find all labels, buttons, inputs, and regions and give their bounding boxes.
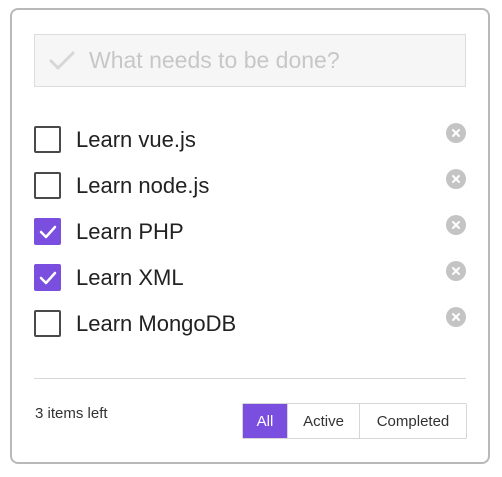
todo-checkbox[interactable] — [34, 264, 61, 291]
todo-item: Learn vue.js — [34, 121, 470, 167]
toggle-all-check-icon[interactable] — [47, 46, 77, 76]
todo-label[interactable]: Learn node.js — [76, 167, 209, 205]
todo-item: Learn node.js — [34, 167, 470, 213]
todo-label[interactable]: Learn MongoDB — [76, 305, 236, 343]
delete-todo-icon[interactable] — [446, 307, 466, 327]
check-icon — [39, 225, 56, 238]
delete-todo-icon[interactable] — [446, 261, 466, 281]
delete-todo-icon[interactable] — [446, 169, 466, 189]
delete-todo-icon[interactable] — [446, 215, 466, 235]
filter-active-button[interactable]: Active — [287, 404, 359, 438]
todo-app-card: Learn vue.js Learn node.js — [10, 8, 490, 464]
todo-checkbox[interactable] — [34, 218, 61, 245]
todo-label[interactable]: Learn vue.js — [76, 121, 196, 159]
new-todo-input[interactable] — [89, 35, 465, 86]
new-todo-field-container — [34, 34, 466, 87]
todo-checkbox[interactable] — [34, 310, 61, 337]
filter-completed-button[interactable]: Completed — [359, 404, 466, 438]
todo-item: Learn XML — [34, 259, 470, 305]
filter-group: All Active Completed — [242, 403, 467, 439]
todo-checkbox[interactable] — [34, 126, 61, 153]
footer-divider — [34, 378, 466, 379]
filter-all-button[interactable]: All — [243, 404, 287, 438]
items-left-count: 3 items left — [35, 405, 108, 422]
check-icon — [39, 271, 56, 284]
todo-label[interactable]: Learn PHP — [76, 213, 184, 251]
todo-item: Learn MongoDB — [34, 305, 470, 351]
todo-item: Learn PHP — [34, 213, 470, 259]
delete-todo-icon[interactable] — [446, 123, 466, 143]
todo-list: Learn vue.js Learn node.js Learn PHP Lea… — [34, 121, 470, 351]
todo-label[interactable]: Learn XML — [76, 259, 184, 297]
todo-checkbox[interactable] — [34, 172, 61, 199]
